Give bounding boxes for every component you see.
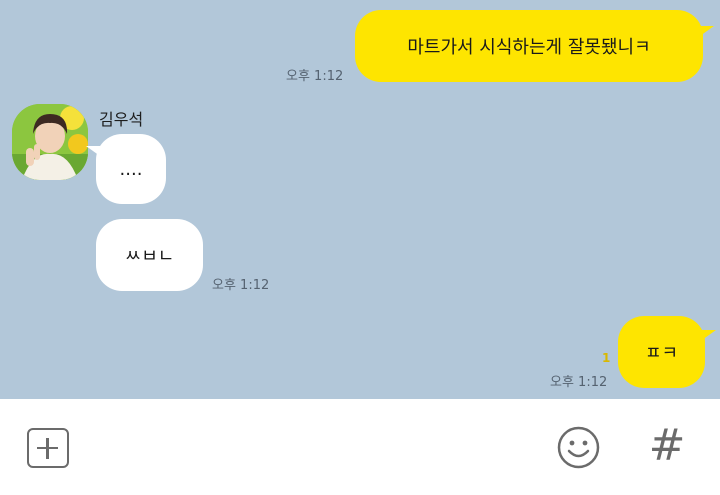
bubble-tail [702, 330, 716, 340]
contact-avatar[interactable] [12, 104, 88, 180]
hash-icon[interactable]: # [647, 422, 687, 470]
message-text: 마트가서 시식하는게 잘못됐니ㅋ [407, 37, 651, 58]
chat-area[interactable]: 마트가서 시식하는게 잘못됐니ㅋ 오후 1:12 김우석 .... ㅆㅂㄴ 오후… [0, 0, 720, 399]
avatar-image [12, 104, 88, 180]
plus-square-icon[interactable] [27, 428, 69, 468]
my-message-bubble[interactable]: 마트가서 시식하는게 잘못됐니ㅋ [355, 10, 703, 82]
sender-name: 김우석 [99, 110, 144, 129]
my-message-bubble[interactable]: ㅍㅋ [618, 316, 705, 388]
message-time: 오후 1:12 [550, 375, 608, 390]
input-bar [0, 399, 720, 495]
smiley-icon[interactable] [557, 426, 600, 469]
smiley-icon-svg [557, 426, 600, 469]
message-time: 오후 1:12 [212, 278, 270, 293]
message-text: ㅍㅋ [644, 343, 679, 364]
message-text: ㅆㅂㄴ [124, 246, 175, 267]
bubble-tail [86, 146, 100, 156]
their-message-bubble[interactable]: .... [96, 134, 166, 204]
bubble-tail [700, 26, 714, 36]
message-time: 오후 1:12 [286, 69, 344, 84]
unread-count-badge: 1 [602, 351, 611, 365]
message-text: .... [119, 158, 143, 180]
their-message-bubble[interactable]: ㅆㅂㄴ [96, 219, 203, 291]
